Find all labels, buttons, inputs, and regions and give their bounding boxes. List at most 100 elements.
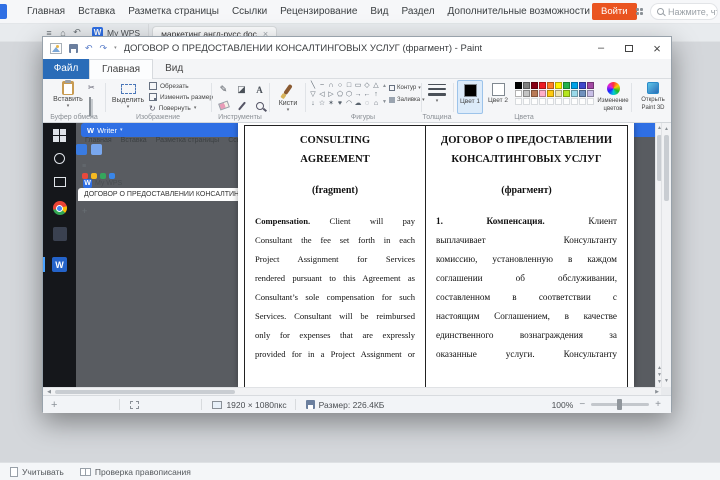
shape-icon[interactable]: ← bbox=[363, 91, 371, 99]
shape-icon[interactable]: ✶ bbox=[327, 100, 335, 108]
palette-empty-slot[interactable] bbox=[571, 98, 578, 105]
shape-icon[interactable]: ~ bbox=[318, 82, 326, 90]
color-picker-tool[interactable] bbox=[233, 98, 250, 113]
palette-color[interactable] bbox=[563, 82, 570, 89]
palette-empty-slot[interactable] bbox=[515, 98, 522, 105]
crop-button[interactable]: Обрезать bbox=[149, 82, 189, 90]
shape-icon[interactable]: ☁ bbox=[354, 100, 362, 108]
shape-icon[interactable]: ▷ bbox=[327, 91, 335, 99]
rotate-button[interactable]: ↻ Повернуть ▾ bbox=[149, 104, 196, 113]
palette-color[interactable] bbox=[571, 82, 578, 89]
shape-icon[interactable]: ⌂ bbox=[372, 100, 380, 108]
outline-button[interactable]: Контур ▾ bbox=[389, 85, 421, 91]
shape-icon[interactable]: ♥ bbox=[336, 100, 344, 108]
shape-icon[interactable]: △ bbox=[372, 82, 380, 90]
shape-icon[interactable]: ◇ bbox=[363, 82, 371, 90]
apps-grid-icon[interactable] bbox=[636, 8, 643, 15]
ribbon-tab-page-layout[interactable]: Разметка страницы bbox=[128, 6, 219, 17]
paint-tab-home[interactable]: Главная bbox=[89, 58, 154, 79]
zoom-slider[interactable] bbox=[591, 399, 650, 410]
quick-access-caret-icon[interactable]: ▾ bbox=[114, 45, 117, 51]
edit-colors-button[interactable]: Изменение цветов bbox=[597, 82, 629, 113]
redo-icon[interactable]: ↷ bbox=[100, 43, 108, 53]
paste-button[interactable]: Вставить ▾ bbox=[51, 80, 85, 109]
shape-icon[interactable]: ╲ bbox=[309, 82, 317, 90]
paint-file-menu[interactable]: Файл bbox=[43, 58, 89, 79]
shapes-scroll-down-icon[interactable]: ▼ bbox=[382, 99, 387, 105]
palette-color[interactable] bbox=[579, 82, 586, 89]
shape-icon[interactable]: ◌ bbox=[363, 100, 371, 108]
palette-color[interactable] bbox=[547, 90, 554, 97]
ribbon-tab-view[interactable]: Вид bbox=[370, 6, 388, 17]
palette-color[interactable] bbox=[555, 90, 562, 97]
scroll-up-icon[interactable]: ▲ bbox=[662, 126, 671, 132]
palette-empty-slot[interactable] bbox=[587, 98, 594, 105]
palette-empty-slot[interactable] bbox=[547, 98, 554, 105]
login-button[interactable]: Войти bbox=[592, 3, 637, 20]
open-paint3d-button[interactable]: Открыть Paint 3D bbox=[635, 82, 671, 112]
canvas-vscrollbar[interactable]: ▲ ▼ bbox=[661, 123, 671, 387]
shape-icon[interactable]: ⬠ bbox=[336, 91, 344, 99]
size-button[interactable]: ▾ bbox=[423, 84, 451, 104]
shape-icon[interactable]: ⬡ bbox=[345, 91, 353, 99]
shape-icon[interactable]: ▭ bbox=[354, 82, 362, 90]
palette-color[interactable] bbox=[515, 90, 522, 97]
fill-button[interactable]: Заливка ▾ bbox=[389, 97, 425, 103]
palette-color[interactable] bbox=[563, 90, 570, 97]
cut-button[interactable]: ✂ bbox=[88, 83, 95, 92]
brushes-button[interactable]: Кисти ▾ bbox=[271, 82, 305, 113]
palette-empty-slot[interactable] bbox=[563, 98, 570, 105]
zoom-out-icon[interactable]: − bbox=[579, 399, 585, 410]
close-button[interactable]: × bbox=[643, 37, 671, 59]
shape-icon[interactable]: ↑ bbox=[372, 91, 380, 99]
shapes-scroll-up-icon[interactable]: ▲ bbox=[382, 83, 387, 89]
text-tool[interactable]: A bbox=[251, 82, 268, 97]
palette-empty-slot[interactable] bbox=[531, 98, 538, 105]
shape-icon[interactable]: ∩ bbox=[327, 82, 335, 90]
ribbon-tab-references[interactable]: Ссылки bbox=[232, 6, 267, 17]
global-search-box[interactable]: Нажмите, чтоб bbox=[650, 3, 718, 20]
zoom-slider-thumb[interactable] bbox=[617, 399, 623, 410]
palette-empty-slot[interactable] bbox=[579, 98, 586, 105]
scrollbar-thumb[interactable] bbox=[55, 390, 235, 394]
fill-tool[interactable]: ◪ bbox=[233, 82, 250, 97]
ribbon-tab-extras[interactable]: Дополнительные возможности bbox=[448, 6, 590, 17]
paint-title-bar[interactable]: ↶ ↷ ▾ ДОГОВОР О ПРЕДОСТАВЛЕНИИ КОНСАЛТИН… bbox=[43, 37, 671, 59]
palette-color[interactable] bbox=[539, 82, 546, 89]
paint-canvas[interactable]: W W Writer ▾ Главная Вставка Разметка ст… bbox=[43, 123, 671, 395]
shape-icon[interactable]: ☆ bbox=[318, 100, 326, 108]
palette-color[interactable] bbox=[523, 90, 530, 97]
undo-icon[interactable]: ↶ bbox=[85, 43, 93, 53]
ribbon-tab-section[interactable]: Раздел bbox=[401, 6, 434, 17]
palette-color[interactable] bbox=[523, 82, 530, 89]
color2-button[interactable]: Цвет 2 bbox=[485, 80, 511, 114]
ribbon-tab-review[interactable]: Рецензирование bbox=[280, 6, 357, 17]
ribbon-tab-insert[interactable]: Вставка bbox=[78, 6, 115, 17]
shape-icon[interactable]: ↓ bbox=[309, 100, 317, 108]
scrollbar-thumb[interactable] bbox=[664, 135, 669, 201]
palette-empty-slot[interactable] bbox=[555, 98, 562, 105]
palette-color[interactable] bbox=[547, 82, 554, 89]
status-item-track[interactable]: Учитывать bbox=[10, 466, 64, 477]
shape-icon[interactable]: ▽ bbox=[309, 91, 317, 99]
palette-color[interactable] bbox=[579, 90, 586, 97]
palette-color[interactable] bbox=[539, 90, 546, 97]
shape-icon[interactable]: ○ bbox=[336, 82, 344, 90]
shape-icon[interactable]: □ bbox=[345, 82, 353, 90]
palette-color[interactable] bbox=[531, 90, 538, 97]
palette-color[interactable] bbox=[531, 82, 538, 89]
save-icon[interactable] bbox=[69, 43, 78, 53]
select-button[interactable]: Выделить ▾ bbox=[109, 81, 147, 110]
status-item-spellcheck[interactable]: Проверка правописания bbox=[79, 467, 191, 477]
palette-empty-slot[interactable] bbox=[523, 98, 530, 105]
scroll-down-icon[interactable]: ▼ bbox=[662, 378, 671, 384]
palette-color[interactable] bbox=[515, 82, 522, 89]
zoom-in-icon[interactable]: + bbox=[655, 399, 661, 410]
minimize-button[interactable]: – bbox=[587, 37, 615, 59]
maximize-button[interactable] bbox=[615, 37, 643, 59]
palette-color[interactable] bbox=[587, 82, 594, 89]
resize-button[interactable]: Изменить размер bbox=[149, 93, 213, 101]
eraser-tool[interactable] bbox=[215, 98, 232, 113]
palette-color[interactable] bbox=[555, 82, 562, 89]
shape-icon[interactable]: ◁ bbox=[318, 91, 326, 99]
